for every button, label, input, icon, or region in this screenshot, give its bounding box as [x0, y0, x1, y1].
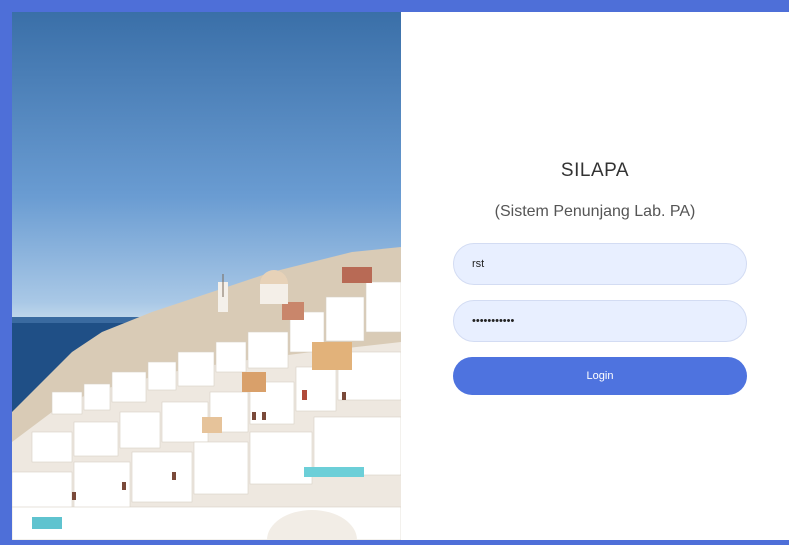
username-field[interactable] [453, 243, 747, 285]
login-panel: SILAPA (Sistem Penunjang Lab. PA) Login [401, 12, 789, 540]
password-field[interactable] [453, 300, 747, 342]
password-input[interactable] [470, 314, 730, 328]
santorini-background-image [12, 12, 401, 540]
app-subtitle: (Sistem Penunjang Lab. PA) [494, 203, 696, 220]
login-card: SILAPA (Sistem Penunjang Lab. PA) Login [12, 12, 789, 540]
username-input[interactable] [470, 257, 730, 271]
login-button[interactable]: Login [453, 357, 747, 395]
app-title: SILAPA [560, 160, 630, 181]
